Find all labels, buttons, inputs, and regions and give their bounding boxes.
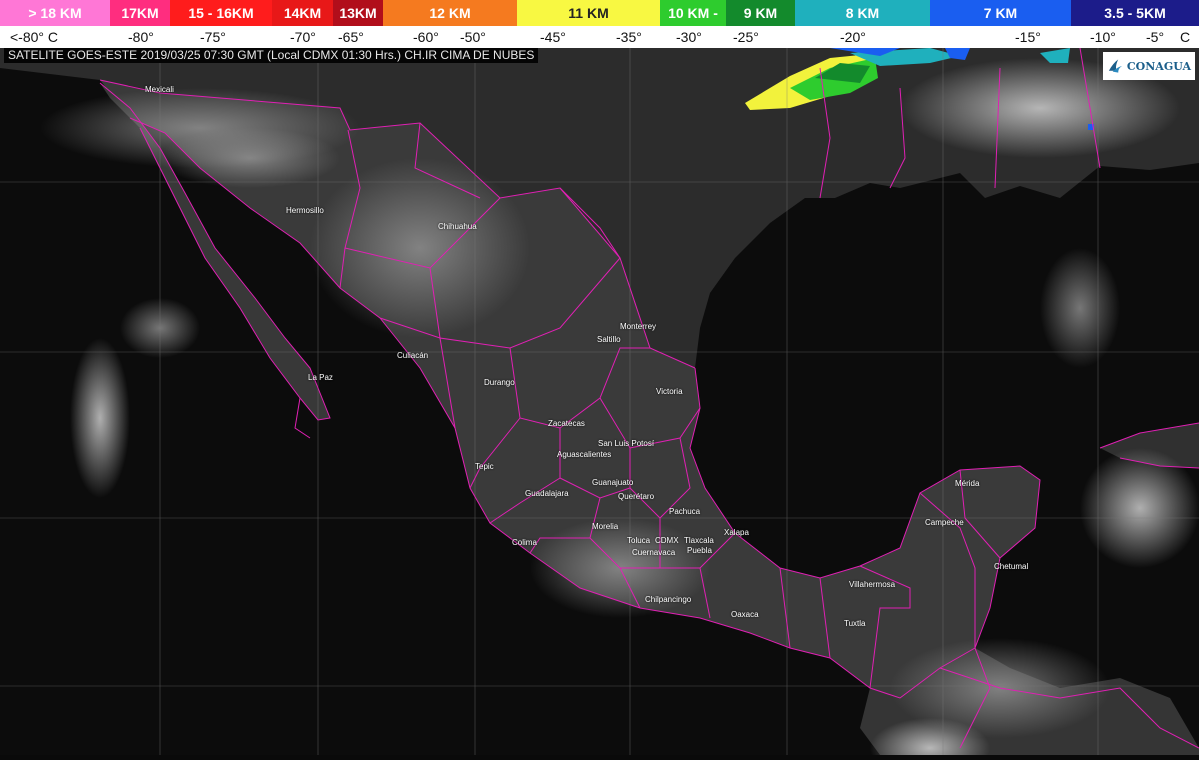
city-label: Chilpancingo	[645, 595, 692, 604]
satellite-map[interactable]: Mexicali Hermosillo Chihuahua Monterrey Salt…	[0, 47, 1199, 760]
temperature-label: -50°	[460, 29, 486, 45]
temperature-label: -70°	[290, 29, 316, 45]
legend-band: 10 KM -	[660, 0, 726, 26]
city-label: Victoria	[656, 387, 683, 396]
city-label: Monterrey	[620, 322, 657, 331]
temperature-label: -15°	[1015, 29, 1041, 45]
map-canvas	[0, 47, 1199, 760]
city-label: Saltillo	[597, 335, 621, 344]
city-label: Campeche	[925, 518, 964, 527]
city-label: Chihuahua	[438, 222, 477, 231]
legend-band: 11 KM	[517, 0, 660, 26]
city-label: Toluca	[627, 536, 651, 545]
temperature-label: -65°	[338, 29, 364, 45]
temperature-label: -25°	[733, 29, 759, 45]
city-label: Culiacán	[397, 351, 429, 360]
city-label: Mérida	[955, 479, 980, 488]
temperature-label: -80°	[128, 29, 154, 45]
temperature-label: -45°	[540, 29, 566, 45]
logo-text: CONAGUA	[1126, 59, 1191, 73]
temperature-label: -20°	[840, 29, 866, 45]
city-label: Cuernavaca	[632, 548, 676, 557]
temperature-label: -10°	[1090, 29, 1116, 45]
legend-band: 7 KM	[930, 0, 1071, 26]
city-label: Guadalajara	[525, 489, 569, 498]
city-label: CDMX	[655, 536, 679, 545]
temperature-scale: <-80° C -80° -75° -70° -65° -60° -50° -45° -35° -…	[0, 26, 1199, 48]
legend-band: 17KM	[110, 0, 170, 26]
conagua-logo: CONAGUA	[1103, 52, 1195, 80]
temperature-label: -5°	[1146, 29, 1165, 45]
temperature-label: -30°	[676, 29, 702, 45]
legend-band: 12 KM	[383, 0, 517, 26]
legend-band: 8 KM	[795, 0, 930, 26]
legend-band: 14KM	[272, 0, 333, 26]
city-label: Oaxaca	[731, 610, 759, 619]
legend-band: 15 - 16KM	[170, 0, 272, 26]
legend-band: 9 KM	[726, 0, 795, 26]
city-label: Querétaro	[618, 492, 655, 501]
city-label: Tlaxcala	[684, 536, 714, 545]
city-label: San Luis Potosí	[598, 439, 655, 448]
temperature-label: -35°	[616, 29, 642, 45]
city-label: Durango	[484, 378, 515, 387]
city-label: Villahermosa	[849, 580, 896, 589]
legend-band: 3.5 - 5KM	[1071, 0, 1199, 26]
temperature-label: <-80° C	[10, 29, 59, 45]
city-label: Xalapa	[724, 528, 749, 537]
legend-band: 13KM	[333, 0, 383, 26]
legend-band: > 18 KM	[0, 0, 110, 26]
city-label: Mexicali	[145, 85, 174, 94]
city-label: Tuxtla	[844, 619, 866, 628]
city-label: Tepic	[475, 462, 494, 471]
temperature-label: -75°	[200, 29, 226, 45]
conagua-logo-icon	[1108, 59, 1123, 73]
city-label: La Paz	[308, 373, 333, 382]
temperature-height-legend: > 18 KM 17KM 15 - 16KM 14KM 13KM 12 KM 11 KM 10…	[0, 0, 1199, 48]
city-label: Aguascalientes	[557, 450, 612, 459]
city-label: Chetumal	[994, 562, 1029, 571]
city-label: Morelia	[592, 522, 619, 531]
city-label: Zacatecas	[548, 419, 585, 428]
temperature-label: C	[1180, 29, 1191, 45]
temperature-label: -60°	[413, 29, 439, 45]
city-label: Pachuca	[669, 507, 701, 516]
cloud-top-height-bands: > 18 KM 17KM 15 - 16KM 14KM 13KM 12 KM 11 KM 10…	[0, 0, 1199, 26]
city-label: Puebla	[687, 546, 712, 555]
satellite-caption: SATELITE GOES-ESTE 2019/03/25 07:30 GMT …	[4, 48, 539, 63]
city-label: Hermosillo	[286, 206, 324, 215]
city-label: Colima	[512, 538, 537, 547]
city-label: Guanajuato	[592, 478, 634, 487]
